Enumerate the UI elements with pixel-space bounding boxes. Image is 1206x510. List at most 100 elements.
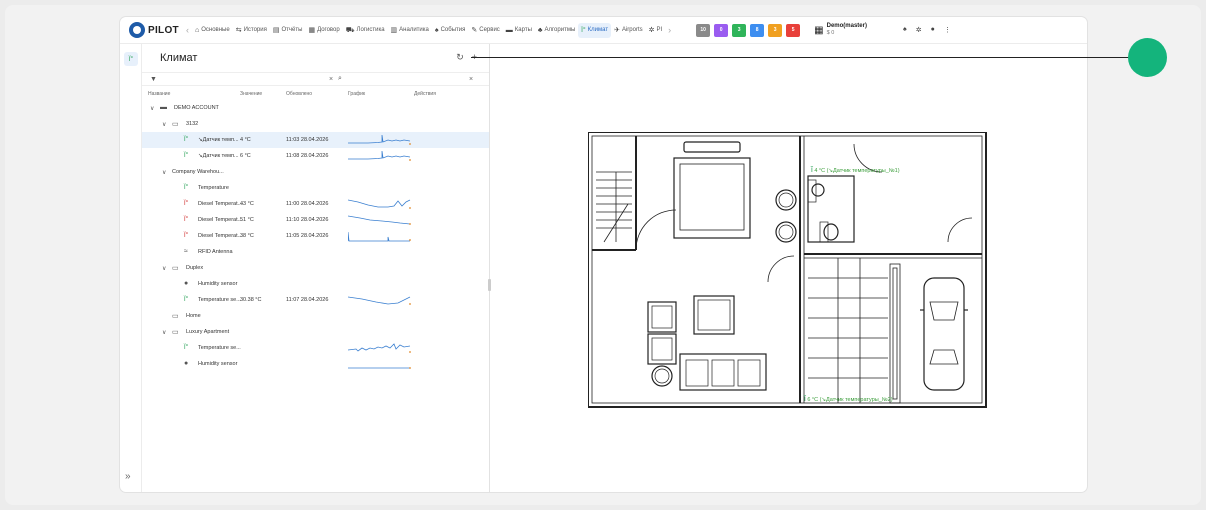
tree-row[interactable]: ∨ ▭ Luxury Apartment (142, 324, 489, 340)
tree-row[interactable]: ǐ° ↘Датчик темп... 6 °C 11:08 28.04.2026 (142, 148, 489, 164)
nav-item-7[interactable]: ✎ Сервис (468, 23, 502, 38)
tree-row[interactable]: ∨ ▭ 3132 (142, 116, 489, 132)
nav-item-6[interactable]: ♠ События (432, 23, 469, 38)
bell-icon: ♠ (434, 26, 439, 34)
floor-plan-area: ǐ 4 °C (↘Датчик температуры_№1) ǐ 6 °C (… (490, 44, 1087, 492)
tree-row[interactable]: ǐ° Temperature se... 30.38 °C 11:07 28.04.2… (142, 292, 489, 308)
row-label: Luxury Apartment (186, 329, 230, 335)
nav-item-4[interactable]: ⛟ Логистика (343, 23, 388, 38)
tree-row[interactable]: ∨ ▭ Duplex (142, 260, 489, 276)
user-balance: $ 0 (826, 30, 835, 36)
nav-item-11[interactable]: ✈ Airports (611, 23, 646, 38)
map-icon: ▬ (505, 26, 513, 34)
nav-label: Алгоритмы (544, 27, 576, 33)
chevron-down-icon[interactable]: ∨ (162, 121, 166, 128)
sparkline-chart (348, 231, 411, 242)
row-label: Temperature (198, 185, 229, 191)
building-icon: ▭ (172, 313, 179, 320)
nav-item-8[interactable]: ▬ Карты (503, 23, 535, 38)
tree-row[interactable]: ∨ Company Warehou... (142, 164, 489, 180)
tree-row[interactable]: ǐ° Temperature se... (142, 340, 489, 356)
row-label: Diesel Temperat... (198, 217, 243, 223)
tree-row[interactable]: ǐ° Diesel Temperat... 38 °C 11:05 28.04.202… (142, 228, 489, 244)
nav-item-9[interactable]: ♣ Алгоритмы (535, 23, 578, 38)
nav-label: Договор (317, 27, 340, 33)
floor-plan (588, 132, 987, 408)
top-icons: ♠ ✲ ● ⋮ (903, 26, 960, 34)
status-badge[interactable]: 8 (750, 23, 765, 37)
row-updated: 11:07 28.04.2026 (286, 297, 329, 303)
column-value[interactable]: Значение (240, 91, 262, 97)
search-icon: ⌕ (338, 75, 342, 82)
nav-item-3[interactable]: ▦ Договор (305, 23, 342, 38)
top-navigation-bar: PILOT ‹ ⌂ Основные ⇆ История ▤ Отчёты ▦ Договор… (120, 17, 1087, 44)
building-account-icon: ▦ (814, 24, 824, 36)
antenna-icon: ≈ (184, 248, 188, 255)
settings-gear-icon[interactable]: ✲ (916, 26, 922, 34)
home-icon: ⌂ (195, 26, 200, 34)
status-badge[interactable]: 5 (786, 23, 801, 37)
nav-item-2[interactable]: ▤ Отчёты (270, 23, 306, 38)
row-label: ↘Датчик темп... (198, 153, 239, 159)
tree-row[interactable]: ∨ ▬ DEMO ACCOUNT (142, 100, 489, 116)
column-chart[interactable]: График (348, 91, 365, 97)
clear-search-icon[interactable]: × (469, 76, 481, 83)
chevron-down-icon[interactable]: ∨ (162, 329, 166, 336)
user-menu[interactable]: ▦ Demo(master) $ 0 (814, 23, 867, 37)
building-icon: ▭ (172, 265, 179, 272)
more-vertical-icon[interactable]: ⋮ (944, 26, 951, 34)
status-badge[interactable]: 0 (714, 23, 729, 37)
nav-item-12[interactable]: ✲ PI (646, 23, 666, 38)
tree-row[interactable]: ǐ° ↘Датчик темп... 4 °C 11:03 28.04.2026 (142, 132, 489, 148)
notifications-bell-icon[interactable]: ♠ (903, 26, 907, 34)
column-name[interactable]: Название (148, 91, 170, 97)
row-updated: 11:03 28.04.2026 (286, 137, 329, 143)
status-badge[interactable]: 10 (696, 23, 711, 37)
column-actions[interactable]: Действия (414, 91, 436, 97)
filter-field[interactable] (166, 73, 326, 85)
building-icon: ▭ (172, 121, 179, 128)
row-label: RFID Antenna (198, 249, 233, 255)
nav-scroll-left-icon[interactable]: ‹ (183, 25, 192, 35)
droplet-icon: ● (184, 360, 189, 367)
tree-row[interactable]: ● Humidity sensor (142, 276, 489, 292)
support-icon[interactable]: ● (931, 26, 935, 34)
filter-icon[interactable]: ▼ (150, 76, 166, 83)
row-updated: 11:10 28.04.2026 (286, 217, 329, 223)
search-input[interactable] (350, 73, 469, 85)
row-updated: 11:00 28.04.2026 (286, 201, 329, 207)
nav-item-0[interactable]: ⌂ Основные (192, 23, 233, 38)
refresh-icon[interactable]: ↻ (456, 52, 464, 63)
status-badge[interactable]: 3 (768, 23, 783, 37)
sparkline-last-point (409, 367, 411, 369)
climate-sidebar-icon[interactable]: ǐ° (124, 52, 138, 66)
chevron-down-icon[interactable]: ∨ (162, 169, 166, 176)
tree-row[interactable]: ǐ° Diesel Temperat... 51 °C 11:10 28.04.202… (142, 212, 489, 228)
sensor-marker-1[interactable]: ǐ 4 °C (↘Датчик температуры_№1) (811, 165, 900, 174)
nav-item-5[interactable]: ▥ Аналитика (388, 23, 432, 38)
nav-label: Airports (621, 27, 643, 33)
logo[interactable]: PILOT (129, 22, 183, 38)
sensor-marker-2[interactable]: ǐ 6 °C (↘Датчик температуры_№2) (804, 394, 893, 403)
tree-row[interactable]: ● Humidity sensor (142, 356, 489, 372)
clear-filter-icon[interactable]: × (326, 76, 336, 83)
left-sidebar: ǐ° » (120, 44, 142, 492)
chevron-down-icon[interactable]: ∨ (150, 105, 154, 112)
row-updated: 11:05 28.04.2026 (286, 233, 329, 239)
nav-scroll-right-icon[interactable]: › (665, 25, 674, 35)
sparkline-last-point (409, 207, 411, 209)
nav-item-10[interactable]: ǐ° Климат (578, 22, 612, 38)
thermometer-icon: ǐ° (184, 216, 189, 223)
status-badge[interactable]: 3 (732, 23, 747, 37)
chevron-down-icon[interactable]: ∨ (162, 265, 166, 272)
status-badges: 10 0 3 8 3 5 (696, 23, 804, 37)
nav-item-1[interactable]: ⇆ История (233, 23, 270, 38)
tree-row[interactable]: ǐ° Diesel Temperat... 43 °C 11:00 28.04.202… (142, 196, 489, 212)
column-updated[interactable]: Обновлено (286, 91, 312, 97)
tree-row[interactable]: ≈ RFID Antenna (142, 244, 489, 260)
expand-sidebar-icon[interactable]: » (125, 471, 131, 482)
sparkline-path (348, 296, 411, 305)
tree-row[interactable]: ▭ Home (142, 308, 489, 324)
tree-row[interactable]: ǐ° Temperature (142, 180, 489, 196)
climate-panel: Климат ↻ + ▼ × ⌕ × Название Значение Обн… (142, 44, 489, 492)
